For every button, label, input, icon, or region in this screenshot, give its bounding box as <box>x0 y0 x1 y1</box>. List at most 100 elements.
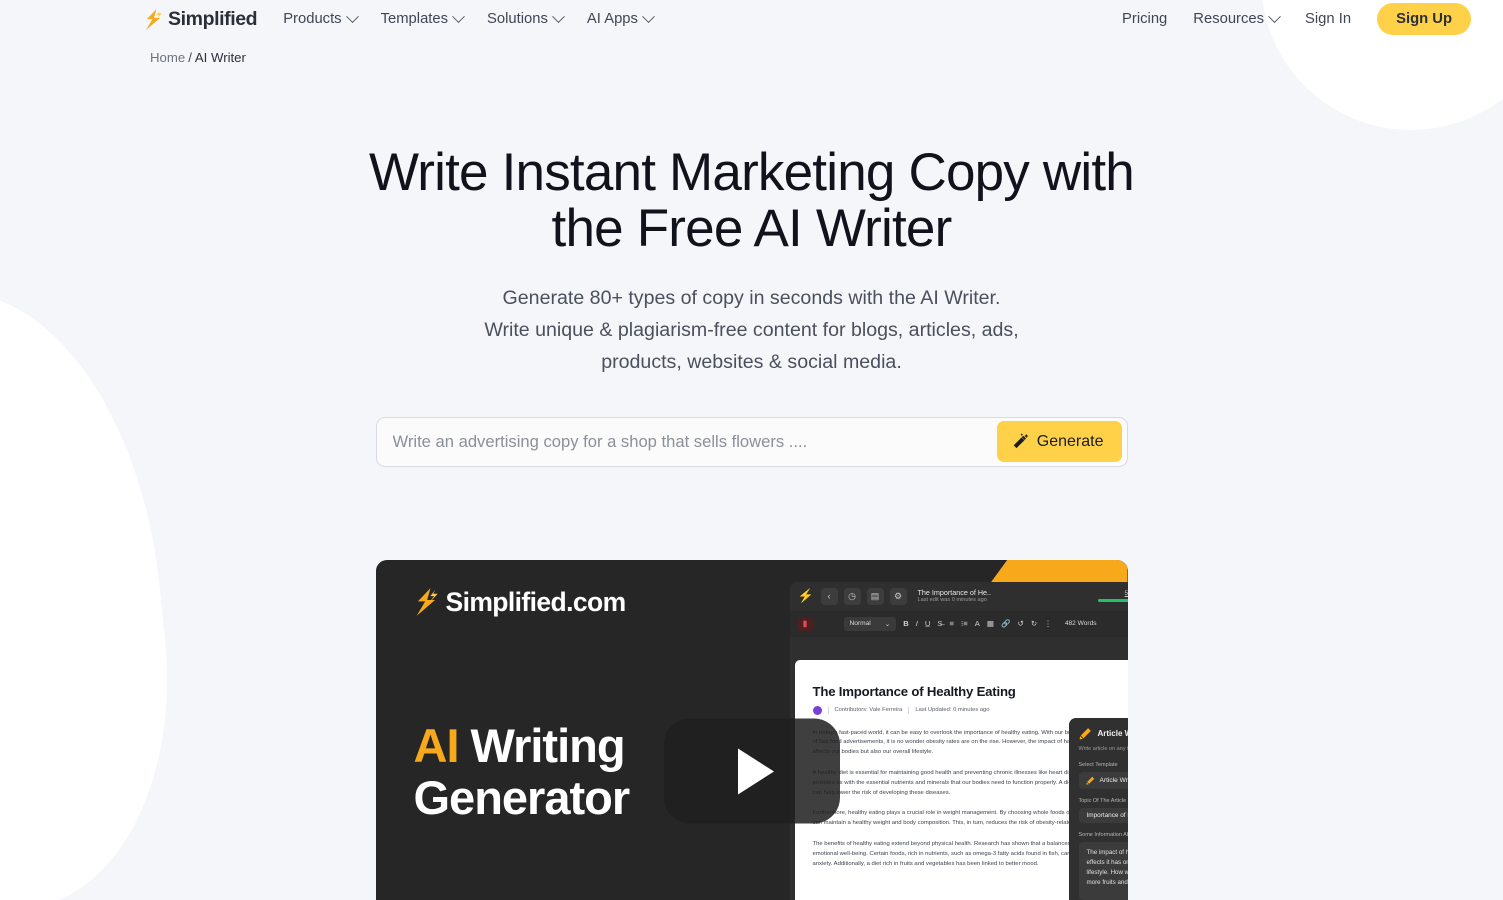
credits-progress-bar <box>1097 599 1128 603</box>
article-writer-panel: Article Writer ⌃ Write article on any to… <box>1068 717 1128 900</box>
app-document-title: The Importance of He.. <box>917 588 992 598</box>
underline-icon[interactable]: U̲ <box>925 619 930 628</box>
sign-in-link[interactable]: Sign In <box>1305 11 1351 27</box>
sign-in-label: Sign In <box>1305 11 1352 27</box>
brand-logo[interactable]: Simplified <box>144 7 258 31</box>
panel-description: Write article on any topic, with custom … <box>1078 745 1128 752</box>
link-icon[interactable]: 🔗 <box>1001 619 1010 628</box>
more-options-icon[interactable]: ⋮ <box>1044 619 1052 628</box>
nav-item-ai-apps[interactable]: AI Apps <box>586 9 655 27</box>
generate-button[interactable]: Generate <box>996 421 1122 463</box>
demo-headline: AI Writing Generator <box>413 718 631 825</box>
hero-subtitle: Generate 80+ types of copy in seconds wi… <box>432 283 1072 378</box>
select-template-label-row: Select Template <box>1079 762 1128 768</box>
last-updated-label: Last Updated: 0 minutes ago <box>915 707 990 714</box>
breadcrumb-home-link[interactable]: Home <box>150 50 185 65</box>
magic-wand-icon <box>1013 433 1029 449</box>
brand-name: Simplified <box>168 7 258 30</box>
demo-video-thumbnail[interactable]: Simplified.com AI Writing Generator ⚡ ‹ … <box>375 559 1128 900</box>
prompt-input[interactable] <box>376 417 997 466</box>
copy-icon[interactable]: ▤ <box>866 587 884 605</box>
demo-headline-rest: Writing <box>458 718 626 772</box>
credits-indicator: 5835 / 252000 credits used <box>1097 590 1128 603</box>
chevron-down-icon <box>345 9 359 23</box>
chevron-down-icon <box>452 9 465 23</box>
highlight-icon[interactable]: ▦ <box>987 619 994 628</box>
prompt-bar-container: Generate <box>0 416 1503 467</box>
document-meta: Contributors: Vale Ferreira Last Updated… <box>812 705 1128 715</box>
credits-value: 5835 / 252000 <box>1124 590 1128 598</box>
breadcrumb-separator: / <box>188 50 192 65</box>
panel-header[interactable]: Article Writer ⌃ <box>1079 727 1128 740</box>
nav-item-label: AI Apps <box>586 11 638 27</box>
record-icon[interactable]: ▮ <box>797 616 813 631</box>
sign-up-button[interactable]: Sign Up <box>1377 3 1471 35</box>
info-textarea-value: The impact of having a healthy diet, the… <box>1086 848 1128 886</box>
nav-item-pricing[interactable]: Pricing <box>1122 11 1167 27</box>
select-template-label: Select Template <box>1078 761 1118 768</box>
pencil-icon <box>1085 776 1094 785</box>
redo-icon[interactable]: ↻ <box>1031 619 1037 628</box>
hero-section: Write Instant Marketing Copy with the Fr… <box>0 65 1503 379</box>
nav-item-label: Templates <box>380 11 449 27</box>
breadcrumb-current: AI Writer <box>194 50 246 65</box>
primary-nav-links: Products Templates Solutions AI Apps <box>283 9 655 27</box>
settings-icon[interactable]: ⚙ <box>889 587 907 605</box>
word-count: 482 Words <box>1064 620 1097 628</box>
hero-subtitle-line-1: Generate 80+ types of copy in seconds wi… <box>502 287 1001 310</box>
nav-item-resources[interactable]: Resources <box>1193 9 1281 27</box>
demo-brand: Simplified.com <box>414 587 626 618</box>
info-textarea[interactable]: The impact of having a healthy diet, the… <box>1078 841 1128 900</box>
divider <box>908 706 910 714</box>
contributors-label: Contributors: Vale Ferreira <box>834 707 903 714</box>
nav-item-label: Pricing <box>1122 11 1168 27</box>
play-button[interactable] <box>663 718 840 824</box>
chevron-down-icon <box>552 9 565 23</box>
topic-label: Topic Of The Article <box>1078 797 1127 804</box>
nav-item-solutions[interactable]: Solutions <box>487 9 565 27</box>
text-color-icon[interactable]: A <box>975 619 980 628</box>
hero-subtitle-line-2: Write unique & plagiarism-free content f… <box>484 319 1019 342</box>
secondary-nav-links: Pricing Resources Sign In Sign Up <box>1122 3 1471 35</box>
template-select[interactable]: Article Writer ⌄ <box>1078 771 1128 789</box>
play-icon <box>737 748 774 795</box>
app-topbar: ⚡ ‹ ◷ ▤ ⚙ The Importance of He.. Last ed… <box>790 582 1128 611</box>
page-root: Simplified Products Templates Solutions … <box>0 0 1503 900</box>
chevron-down-icon: ⌄ <box>884 620 891 628</box>
demo-brand-text: Simplified.com <box>445 586 627 617</box>
app-logo-icon[interactable]: ⚡ <box>798 588 815 605</box>
nav-item-templates[interactable]: Templates <box>380 9 465 27</box>
hero-subtitle-line-3: products, websites & social media. <box>601 350 902 373</box>
chevron-down-icon <box>1268 9 1281 23</box>
demo-video-container: Simplified.com AI Writing Generator ⚡ ‹ … <box>0 559 1503 900</box>
bold-icon[interactable]: B <box>903 619 908 628</box>
editor-toolbar: ▮ Normal ⌄ B I U̲ S̶ ≡ ⁝≡ A ▦ 🔗 ↺ ↻ ⋮ 48… <box>789 610 1128 637</box>
demo-headline-accent: AI <box>413 718 460 772</box>
topic-input[interactable]: Importance of Healthy Eating <box>1078 807 1128 823</box>
app-document-subtitle: Last edit was 0 minutes ago <box>917 597 987 604</box>
nav-item-label: Resources <box>1193 11 1265 27</box>
style-dropdown[interactable]: Normal ⌄ <box>843 616 897 631</box>
undo-icon[interactable]: ↺ <box>1017 619 1023 628</box>
info-label-row: Some Information About The Topic 29/240 … <box>1079 832 1128 838</box>
avatar <box>812 705 822 715</box>
panel-title: Article Writer <box>1097 728 1128 738</box>
list-icon[interactable]: ⁝≡ <box>961 619 968 628</box>
document-heading: The Importance of Healthy Eating <box>812 683 1016 699</box>
history-icon[interactable]: ◷ <box>843 587 861 605</box>
back-icon[interactable]: ‹ <box>820 587 838 605</box>
align-icon[interactable]: ≡ <box>949 619 953 628</box>
nav-item-products[interactable]: Products <box>283 9 359 27</box>
template-select-value: Article Writer <box>1099 776 1128 784</box>
divider <box>827 706 829 714</box>
info-label: Some Information About The Topic <box>1078 831 1128 838</box>
italic-icon[interactable]: I <box>916 619 918 628</box>
chevron-down-icon <box>642 9 655 23</box>
strikethrough-icon[interactable]: S̶ <box>937 619 942 628</box>
simplified-logo-icon <box>146 8 162 30</box>
topic-input-value: Importance of Healthy Eating <box>1086 811 1128 819</box>
generate-button-label: Generate <box>1036 432 1104 450</box>
page-title: Write Instant Marketing Copy with the Fr… <box>369 143 1135 259</box>
topic-label-row: Topic Of The Article 4/20 Words <box>1079 798 1128 804</box>
app-mockup: ⚡ ‹ ◷ ▤ ⚙ The Importance of He.. Last ed… <box>789 581 1128 900</box>
